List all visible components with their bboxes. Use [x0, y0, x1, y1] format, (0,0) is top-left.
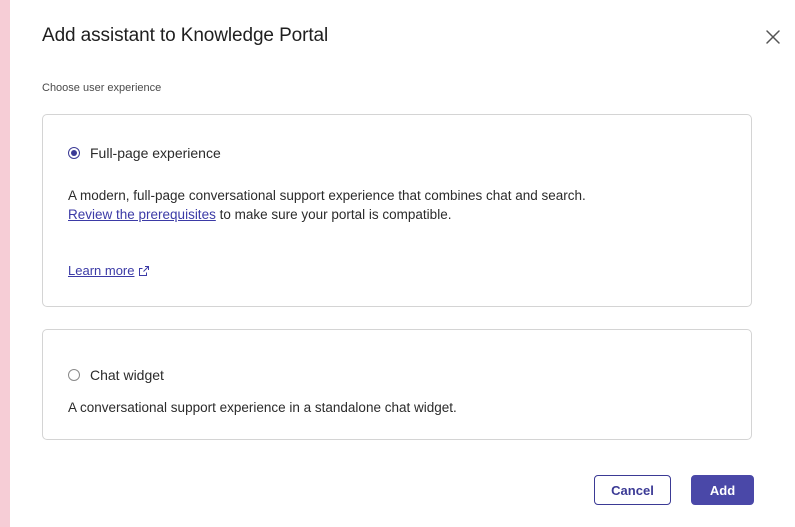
- radio-option-full-page[interactable]: Full-page experience: [68, 145, 221, 161]
- radio-option-chat-widget[interactable]: Chat widget: [68, 367, 164, 383]
- option-description: A conversational support experience in a…: [68, 400, 457, 415]
- option-card-chat-widget[interactable]: Chat widget A conversational support exp…: [42, 329, 752, 440]
- radio-button-full-page[interactable]: [68, 147, 80, 159]
- learn-more-link-row[interactable]: Learn more: [68, 263, 150, 278]
- section-subtitle: Choose user experience: [42, 82, 162, 94]
- add-button[interactable]: Add: [691, 475, 754, 505]
- prerequisites-link[interactable]: Review the prerequisites: [68, 207, 216, 222]
- option-card-full-page[interactable]: Full-page experience A modern, full-page…: [42, 114, 752, 307]
- option-description: A modern, full-page conversational suppo…: [68, 186, 608, 224]
- learn-more-link[interactable]: Learn more: [68, 263, 134, 278]
- cancel-button[interactable]: Cancel: [594, 475, 671, 505]
- option-label: Full-page experience: [90, 145, 221, 161]
- close-icon: [766, 30, 780, 44]
- description-text: A modern, full-page conversational suppo…: [68, 188, 586, 203]
- close-button[interactable]: [762, 26, 784, 48]
- radio-button-chat-widget[interactable]: [68, 369, 80, 381]
- dialog-title: Add assistant to Knowledge Portal: [42, 25, 329, 46]
- description-text-after: to make sure your portal is compatible.: [219, 207, 452, 222]
- external-link-icon: [139, 265, 150, 276]
- add-assistant-dialog: Add assistant to Knowledge Portal Choose…: [10, 0, 795, 527]
- option-label: Chat widget: [90, 367, 164, 383]
